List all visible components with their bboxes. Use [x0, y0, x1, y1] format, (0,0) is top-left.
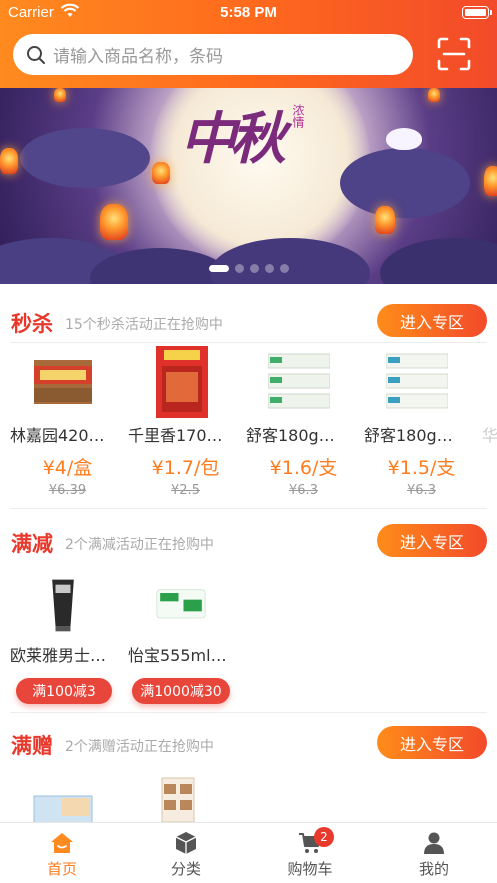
cart-badge: 2: [314, 827, 334, 847]
product-card[interactable]: 舒客180g… ¥1.5/支 ¥6.3: [364, 346, 479, 506]
divider: [10, 342, 487, 343]
product-name: 舒客180g…: [364, 426, 453, 445]
product-original-price: ¥6.3: [289, 483, 318, 498]
search-bar[interactable]: 请输入商品名称，条码: [13, 34, 413, 75]
product-card[interactable]: 千里香170… ¥1.7/包 ¥2.5: [128, 346, 243, 506]
tab-cart[interactable]: 2 购物车: [248, 823, 372, 883]
discount-tag: 满100减3: [16, 678, 112, 704]
product-image: [268, 353, 330, 409]
banner-title: 中秋: [180, 106, 286, 172]
section-subtitle: 15个秒杀活动正在抢购中: [65, 317, 223, 333]
carousel-dot[interactable]: [234, 264, 244, 273]
flash-sale-section: 秒杀 15个秒杀活动正在抢购中 进入专区 林嘉园420… ¥4/盒 ¥6.39: [0, 302, 497, 508]
product-image: [52, 579, 74, 632]
header: Carrier 5:58 PM 请输入商品名称，条码: [0, 0, 497, 88]
lantern: [428, 88, 440, 102]
section-title: 满减: [11, 532, 53, 556]
product-image: [156, 346, 208, 418]
tab-bar: 首页 分类 2 购物车 我的: [0, 822, 497, 883]
section-title: 秒杀: [11, 312, 53, 336]
app-screen: Carrier 5:58 PM 请输入商品名称，条码 中秋 浓情 秒杀 15个秒…: [0, 0, 497, 883]
cloud: [340, 148, 470, 218]
product-card[interactable]: 欧莱雅男士… 满100减3: [10, 574, 125, 706]
box-icon: [175, 832, 197, 854]
clock: 5:58 PM: [220, 4, 277, 21]
product-original-price: ¥6.3: [407, 483, 436, 498]
divider: [10, 508, 487, 509]
product-name: 怡宝555ml…: [128, 646, 227, 665]
lantern: [375, 206, 395, 234]
enter-zone-button[interactable]: 进入专区: [377, 304, 487, 337]
discount-section: 满减 2个满减活动正在抢购中 进入专区 欧莱雅男士… 满100减3 怡宝555m…: [0, 522, 497, 712]
product-card[interactable]: 怡宝555ml… 满1000减30: [128, 574, 243, 706]
carousel-dot[interactable]: [279, 264, 289, 273]
product-name: 华: [482, 426, 497, 445]
cloud: [20, 128, 150, 188]
section-header: 满赠 2个满赠活动正在抢购中 进入专区: [0, 724, 497, 764]
product-image: [33, 795, 93, 822]
tab-label: 购物车: [287, 860, 333, 878]
search-icon: [27, 45, 45, 64]
product-price: ¥1.7/包: [151, 457, 220, 479]
lantern: [100, 204, 128, 240]
lantern: [484, 166, 497, 196]
product-original-price: ¥2.5: [171, 483, 200, 498]
battery-icon: [462, 6, 492, 19]
tab-home[interactable]: 首页: [0, 823, 124, 883]
lantern: [0, 148, 18, 174]
carousel-dots: [0, 264, 497, 273]
product-name: 欧莱雅男士…: [10, 646, 107, 665]
lantern: [152, 162, 170, 184]
enter-zone-button[interactable]: 进入专区: [377, 524, 487, 557]
rabbit: [386, 128, 422, 150]
section-subtitle: 2个满赠活动正在抢购中: [65, 739, 214, 755]
carousel-dot[interactable]: [249, 264, 259, 273]
scan-icon[interactable]: [436, 36, 472, 72]
section-title: 满赠: [11, 734, 53, 758]
status-bar: Carrier 5:58 PM: [0, 0, 497, 28]
discount-tag: 满1000减30: [132, 678, 230, 704]
section-header: 满减 2个满减活动正在抢购中 进入专区: [0, 522, 497, 562]
tab-label: 我的: [418, 860, 449, 878]
divider: [10, 712, 487, 713]
product-original-price: ¥6.39: [48, 483, 87, 498]
product-name: 舒客180g…: [246, 426, 335, 445]
product-image: [161, 777, 195, 822]
section-header: 秒杀 15个秒杀活动正在抢购中 进入专区: [0, 302, 497, 342]
section-subtitle: 2个满减活动正在抢购中: [65, 537, 214, 553]
product-price: ¥1.5/支: [387, 457, 456, 479]
product-card[interactable]: 林嘉园420… ¥4/盒 ¥6.39: [10, 346, 125, 506]
product-card[interactable]: 舒客180g… ¥1.6/支 ¥6.3: [246, 346, 361, 506]
product-price: ¥1.6/支: [269, 457, 338, 479]
tab-category[interactable]: 分类: [124, 823, 248, 883]
tab-profile[interactable]: 我的: [372, 823, 496, 883]
home-icon: [51, 833, 73, 853]
tab-label: 分类: [170, 860, 201, 878]
banner-subtitle: 浓情: [291, 104, 305, 128]
product-image: [34, 360, 92, 404]
cloud: [380, 238, 497, 284]
product-card[interactable]: 华: [482, 346, 497, 506]
product-price: ¥4/盒: [42, 457, 93, 479]
product-image: [156, 589, 206, 619]
search-input[interactable]: 请输入商品名称，条码: [53, 42, 223, 67]
carousel-dot[interactable]: [264, 264, 274, 273]
product-image: [386, 353, 448, 409]
promo-banner[interactable]: 中秋 浓情: [0, 88, 497, 284]
tab-label: 首页: [46, 860, 77, 878]
user-icon: [424, 832, 444, 854]
lantern: [54, 88, 66, 102]
enter-zone-button[interactable]: 进入专区: [377, 726, 487, 759]
product-name: 千里香170…: [128, 426, 223, 445]
gift-section: 满赠 2个满赠活动正在抢购中 进入专区: [0, 724, 497, 822]
carousel-dot[interactable]: [208, 265, 229, 272]
product-name: 林嘉园420…: [10, 426, 105, 445]
